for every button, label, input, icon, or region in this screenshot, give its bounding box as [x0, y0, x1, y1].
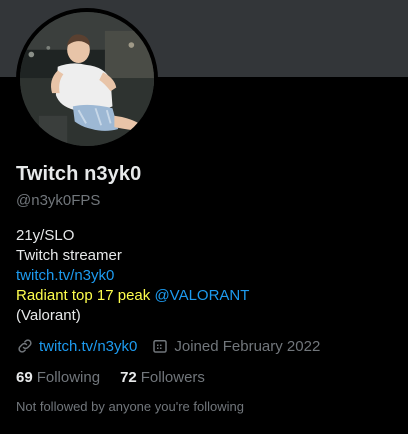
bio-twitch-link[interactable]: twitch.tv/n3yk0 [16, 267, 114, 284]
avatar[interactable] [16, 8, 158, 150]
profile-page: Twitch n3yk0 @n3yk0FPS 21y/SLO Twitch st… [0, 0, 408, 434]
bio-line: Radiant top 17 peak @VALORANT [16, 286, 392, 306]
bio-rank-text: Radiant top 17 peak [16, 287, 151, 304]
bio-line: Twitch streamer [16, 247, 122, 264]
link-icon [18, 339, 32, 353]
bio-line: (Valorant) [16, 307, 81, 324]
website-item: twitch.tv/n3yk0 [16, 337, 137, 355]
display-name: Twitch n3yk0 [16, 163, 142, 185]
following-stat[interactable]: 69 Following [16, 369, 100, 386]
website-link[interactable]: twitch.tv/n3yk0 [39, 338, 137, 355]
profile-meta: twitch.tv/n3yk0 Joined February 2022 [16, 337, 334, 355]
valorant-mention-link[interactable]: @VALORANT [154, 287, 249, 304]
followed-by-note: Not followed by anyone you're following [16, 399, 244, 414]
followers-stat[interactable]: 72 Followers [120, 369, 205, 386]
bio-line: 21y/SLO [16, 227, 75, 244]
bio: 21y/SLO Twitch streamer twitch.tv/n3yk0 … [16, 226, 392, 326]
followers-label: Followers [140, 369, 205, 386]
followers-count: 72 [120, 369, 137, 386]
calendar-icon [153, 340, 168, 353]
following-label: Following [36, 369, 101, 386]
handle: @n3yk0FPS [16, 192, 101, 209]
joined-date: Joined February 2022 [174, 337, 321, 355]
joined-item: Joined February 2022 [151, 337, 320, 355]
bio-line: twitch.tv/n3yk0 [16, 266, 392, 286]
follow-stats: 69 Following 72 Followers [16, 369, 225, 386]
following-count: 69 [16, 369, 33, 386]
profile-photo [20, 12, 154, 146]
